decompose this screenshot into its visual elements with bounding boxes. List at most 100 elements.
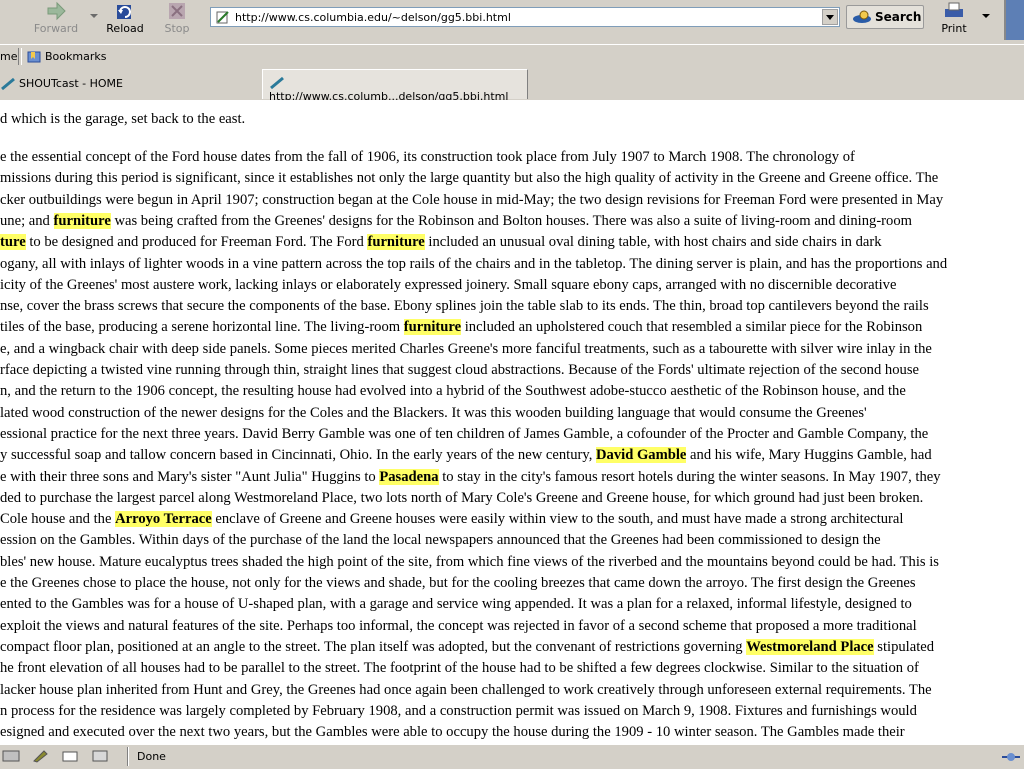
- forward-button[interactable]: Forward: [26, 0, 86, 42]
- navigator-icon[interactable]: [2, 749, 20, 763]
- text-segment: nse, cover the brass screws that secure …: [0, 298, 929, 315]
- search-icon: [853, 10, 871, 23]
- status-divider: [127, 747, 129, 766]
- text-segment: e the Greenes chose to place the house, …: [0, 575, 916, 591]
- text-line: cker outbuildings were begun in April 19…: [0, 191, 943, 209]
- status-bar: Done: [0, 744, 1024, 769]
- text-line: lacker house plan inherited from Hunt an…: [0, 681, 932, 699]
- tab-shoutcast[interactable]: SHOUTcast - HOME: [0, 71, 262, 98]
- text-line: icity of the Greenes' most austere work,…: [0, 276, 896, 294]
- text-line: e with their three sons and Mary's siste…: [0, 468, 941, 486]
- security-icon[interactable]: [1000, 750, 1022, 764]
- tab-page-icon: [1, 77, 15, 91]
- reload-button[interactable]: Reload: [102, 0, 148, 42]
- text-segment: essional practice for the next three yea…: [0, 425, 929, 442]
- personal-toolbar: me Bookmarks: [0, 44, 1024, 70]
- highlighted-term: Pasadena: [379, 468, 439, 485]
- page-content: d which is the garage, set back to the e…: [0, 100, 1024, 744]
- tab-bar: SHOUTcast - HOME http://www.cs.columb...…: [0, 69, 1024, 103]
- bookmarks-label: Bookmarks: [45, 50, 107, 63]
- page-icon: [216, 11, 229, 24]
- url-bar[interactable]: [210, 7, 840, 27]
- text-segment: to stay in the city's famous resort hote…: [438, 468, 941, 485]
- text-segment: bles' new house. Mature eucalyptus trees…: [0, 553, 939, 570]
- text-line: une; and furniture was being crafted fro…: [0, 212, 912, 230]
- text-segment: to be designed and produced for Freeman …: [25, 234, 368, 251]
- forward-label: Forward: [33, 22, 79, 35]
- home-bookmark[interactable]: me: [0, 50, 17, 63]
- text-line: ogany, all with inlays of lighter woods …: [0, 255, 947, 273]
- print-dropdown-icon[interactable]: [982, 14, 990, 18]
- text-segment: enclave of Greene and Greene houses were…: [211, 511, 904, 528]
- text-line: ession on the Gambles. Within days of th…: [0, 531, 881, 549]
- text-line: tiles of the base, producing a serene ho…: [0, 318, 922, 336]
- text-line: exploit the views and natural features o…: [0, 617, 917, 635]
- text-line: lated wood construction of the newer des…: [0, 404, 867, 422]
- text-line: e, and a wingback chair with deep side p…: [0, 340, 932, 358]
- text-segment: cker outbuildings were begun in April 19…: [0, 191, 944, 208]
- text-segment: lacker house plan inherited from Hunt an…: [0, 681, 932, 698]
- text-segment: ogany, all with inlays of lighter woods …: [0, 255, 948, 272]
- forward-dropdown-icon[interactable]: [90, 14, 98, 18]
- browser-throbber: [1004, 0, 1024, 40]
- search-button[interactable]: Search: [846, 5, 924, 29]
- tab-current-page[interactable]: http://www.cs.columb...delson/gg5.bbi.ht…: [262, 69, 528, 103]
- reload-label: Reload: [106, 22, 144, 35]
- text-segment: included an unusual oval dining table, w…: [424, 234, 882, 251]
- text-line: compact floor plan, positioned at an ang…: [0, 638, 934, 656]
- text-segment: n, and the return to the 1906 concept, t…: [0, 383, 906, 400]
- highlighted-term: furniture: [53, 212, 111, 229]
- text-segment: esigned and executed over the next two y…: [0, 724, 905, 741]
- text-segment: tiles of the base, producing a serene ho…: [0, 319, 404, 336]
- highlighted-term: furniture: [367, 234, 425, 251]
- text-segment: une; and: [0, 212, 54, 229]
- bookmarks-button[interactable]: Bookmarks: [26, 50, 106, 64]
- mail-icon[interactable]: [61, 749, 79, 763]
- url-dropdown-icon[interactable]: [822, 9, 838, 25]
- text-segment: missions during this period is significa…: [0, 170, 939, 187]
- text-line: n process for the residence was largely …: [0, 702, 917, 720]
- highlighted-term: Westmoreland Place: [746, 638, 874, 655]
- print-label: Print: [941, 22, 967, 35]
- text-segment: exploit the views and natural features o…: [0, 617, 917, 634]
- text-line: esigned and executed over the next two y…: [0, 723, 905, 741]
- text-line: y successful soap and tallow concern bas…: [0, 446, 932, 464]
- text-segment: ented to the Gambles was for a house of …: [0, 596, 912, 613]
- text-segment: ession on the Gambles. Within days of th…: [0, 532, 881, 549]
- search-label: Search: [875, 10, 922, 24]
- composer-icon[interactable]: [32, 749, 50, 763]
- text-segment: rface depicting a twisted vine running t…: [0, 362, 919, 378]
- text-segment: n process for the residence was largely …: [0, 702, 917, 719]
- stop-label: Stop: [164, 22, 190, 35]
- text-segment: ded to purchase the largest parcel along…: [0, 489, 924, 506]
- print-button[interactable]: Print: [934, 0, 974, 42]
- address-book-icon[interactable]: [91, 749, 109, 763]
- text-segment: stipulated: [873, 638, 935, 655]
- text-line: d which is the garage, set back to the e…: [0, 111, 246, 127]
- status-text: Done: [137, 750, 166, 763]
- text-segment: compact floor plan, positioned at an ang…: [0, 638, 747, 655]
- highlighted-term: ture: [0, 234, 26, 251]
- text-line: essional practice for the next three yea…: [0, 425, 928, 443]
- text-line: Cole house and the Arroyo Terrace enclav…: [0, 510, 903, 528]
- text-segment: he front elevation of all houses had to …: [0, 660, 919, 677]
- highlighted-term: David Gamble: [596, 447, 687, 464]
- text-segment: e, and a wingback chair with deep side p…: [0, 340, 932, 357]
- text-line: missions during this period is significa…: [0, 169, 938, 187]
- text-segment: y successful soap and tallow concern bas…: [0, 447, 596, 464]
- text-segment: lated wood construction of the newer des…: [0, 404, 867, 421]
- navigation-toolbar: Forward Reload Stop Search: [0, 0, 1024, 45]
- text-segment: and his wife, Mary Huggins Gamble, had: [686, 447, 932, 464]
- text-line: he front elevation of all houses had to …: [0, 659, 919, 677]
- text-segment: was being crafted from the Greenes' desi…: [110, 212, 912, 229]
- url-input[interactable]: [235, 9, 820, 25]
- highlighted-term: Arroyo Terrace: [115, 511, 212, 528]
- text-line: bles' new house. Mature eucalyptus trees…: [0, 553, 939, 571]
- text-segment: Cole house and the: [0, 511, 116, 528]
- text-line: rface depicting a twisted vine running t…: [0, 361, 919, 379]
- toolbar-separator: [18, 48, 22, 65]
- text-segment: e with their three sons and Mary's siste…: [0, 468, 380, 485]
- printer-icon: [945, 2, 963, 17]
- text-segment: icity of the Greenes' most austere work,…: [0, 276, 897, 293]
- stop-button[interactable]: Stop: [156, 0, 198, 42]
